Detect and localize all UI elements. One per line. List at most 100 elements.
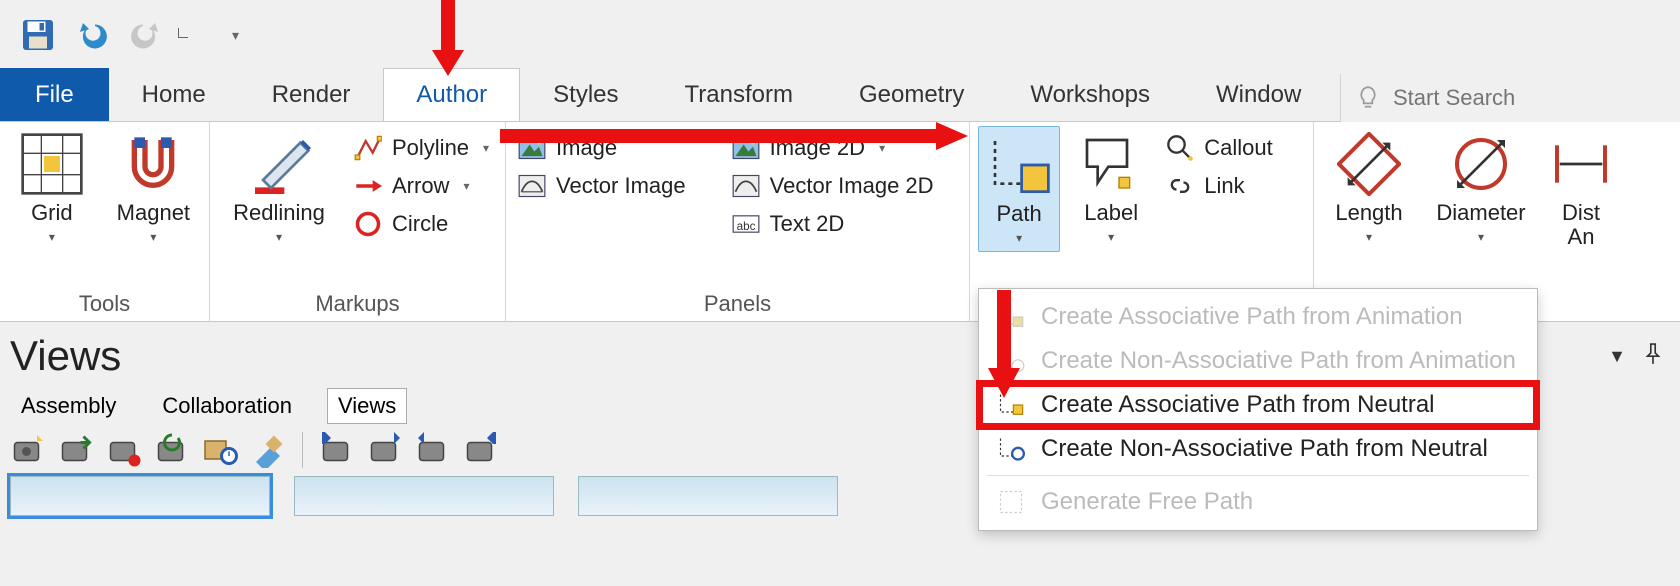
tab-render[interactable]: Render	[239, 68, 384, 121]
dist-label: Dist	[1562, 200, 1600, 226]
callout-label: Callout	[1204, 135, 1272, 161]
tab-window[interactable]: Window	[1183, 68, 1334, 121]
view-thumbnail[interactable]	[10, 476, 270, 516]
search-area	[1340, 74, 1680, 122]
chevron-down-icon: ▾	[1108, 230, 1114, 244]
update-view-icon[interactable]	[58, 432, 94, 468]
tab-geometry[interactable]: Geometry	[826, 68, 997, 121]
view-thumbnail[interactable]	[578, 476, 838, 516]
tab-transform[interactable]: Transform	[652, 68, 826, 121]
dd-create-assoc-neutral[interactable]: Create Associative Path from Neutral	[979, 383, 1537, 427]
vector-image-2d-button[interactable]: Vector Image 2D	[728, 170, 961, 202]
last-view-icon[interactable]	[463, 432, 499, 468]
chevron-down-icon: ▾	[879, 141, 885, 155]
dd-label: Generate Free Path	[1041, 488, 1253, 516]
label-button[interactable]: Label ▾	[1070, 126, 1152, 250]
chevron-down-icon: ▾	[463, 179, 469, 193]
diameter-label: Diameter	[1436, 200, 1525, 226]
qat-customize-icon[interactable]: ▾	[232, 27, 239, 44]
circle-button[interactable]: Circle	[350, 208, 493, 240]
clear-icon[interactable]	[250, 432, 286, 468]
label-label: Label	[1084, 200, 1138, 226]
views-tab-collaboration[interactable]: Collaboration	[151, 388, 303, 424]
ribbon-tabs: File Home Render Author Styles Transform…	[0, 70, 1680, 122]
text-2d-label: Text 2D	[770, 211, 845, 237]
lightbulb-icon	[1355, 85, 1381, 111]
tab-workshops[interactable]: Workshops	[997, 68, 1183, 121]
views-tab-views[interactable]: Views	[327, 388, 407, 424]
magnet-button[interactable]: Magnet ▾	[106, 126, 201, 250]
redo-button[interactable]	[128, 17, 164, 53]
chevron-down-icon: ▾	[1478, 230, 1484, 244]
first-view-icon[interactable]	[319, 432, 355, 468]
dist-button[interactable]: Dist An	[1546, 126, 1616, 256]
dd-label: Create Associative Path from Animation	[1041, 303, 1463, 331]
vector-image-2d-label: Vector Image 2D	[770, 173, 934, 199]
view-thumbnail[interactable]	[294, 476, 554, 516]
dd-label: Create Non-Associative Path from Neutral	[1041, 435, 1488, 463]
views-pin-icon[interactable]	[1644, 343, 1662, 370]
redlining-label: Redlining	[233, 200, 325, 226]
views-tab-assembly[interactable]: Assembly	[10, 388, 127, 424]
chevron-down-icon: ▾	[49, 230, 55, 244]
redo-dropdown-icon[interactable]	[178, 28, 188, 38]
timed-view-icon[interactable]	[202, 432, 238, 468]
text-2d-button[interactable]: abc Text 2D	[728, 208, 961, 240]
save-button[interactable]	[20, 17, 56, 53]
image-button[interactable]: Image	[514, 132, 718, 164]
polyline-button[interactable]: Polyline ▾	[350, 132, 493, 164]
dd-create-nonassoc-anim: Create Non-Associative Path from Animati…	[979, 339, 1537, 383]
image-2d-button[interactable]: Image 2D ▾	[728, 132, 961, 164]
new-view-icon[interactable]	[10, 432, 46, 468]
group-markups-label: Markups	[218, 287, 497, 319]
polyline-label: Polyline	[392, 135, 469, 161]
path-label: Path	[996, 201, 1041, 227]
image-2d-label: Image 2D	[770, 135, 865, 161]
an-label: An	[1568, 224, 1595, 250]
chevron-down-icon: ▾	[483, 141, 489, 155]
chevron-down-icon: ▾	[276, 230, 282, 244]
callout-button[interactable]: Callout	[1162, 132, 1305, 164]
quick-access-toolbar: ▾	[0, 0, 1680, 70]
next-view-icon[interactable]	[415, 432, 451, 468]
tab-styles[interactable]: Styles	[520, 68, 651, 121]
arrow-button[interactable]: Arrow ▾	[350, 170, 493, 202]
grid-label: Grid	[31, 200, 73, 226]
dd-separator	[987, 475, 1529, 476]
redlining-button[interactable]: Redlining ▾	[218, 126, 340, 250]
svg-text:abc: abc	[736, 220, 755, 233]
dd-label: Create Non-Associative Path from Animati…	[1041, 347, 1516, 375]
tab-home[interactable]: Home	[109, 68, 239, 121]
length-button[interactable]: Length ▾	[1322, 126, 1416, 250]
link-button[interactable]: Link	[1162, 170, 1305, 202]
chevron-down-icon: ▾	[1366, 230, 1372, 244]
tab-file[interactable]: File	[0, 68, 109, 121]
group-tools: Grid ▾ Magnet ▾ Tools	[0, 122, 210, 321]
path-dropdown-menu: Create Associative Path from Animation C…	[978, 288, 1538, 531]
prev-view-icon[interactable]	[367, 432, 403, 468]
vector-image-label: Vector Image	[556, 173, 686, 199]
chevron-down-icon: ▾	[150, 230, 156, 244]
views-collapse-icon[interactable]: ▼	[1608, 346, 1626, 367]
dd-generate-free-path: Generate Free Path	[979, 480, 1537, 524]
dd-create-nonassoc-neutral[interactable]: Create Non-Associative Path from Neutral	[979, 427, 1537, 471]
group-panels-label: Panels	[514, 287, 961, 319]
path-button[interactable]: Path ▾	[978, 126, 1060, 252]
group-markups: Redlining ▾ Polyline ▾ Arrow ▾ Circle	[210, 122, 506, 321]
image-label: Image	[556, 135, 617, 161]
magnet-label: Magnet	[117, 200, 190, 226]
grid-button[interactable]: Grid ▾	[8, 126, 96, 250]
dd-label: Create Associative Path from Neutral	[1041, 391, 1435, 419]
length-label: Length	[1335, 200, 1402, 226]
chevron-down-icon: ▾	[1016, 231, 1022, 245]
link-label: Link	[1204, 173, 1244, 199]
arrow-label: Arrow	[392, 173, 449, 199]
search-input[interactable]	[1393, 85, 1653, 111]
dd-create-assoc-anim: Create Associative Path from Animation	[979, 295, 1537, 339]
refresh-view-icon[interactable]	[154, 432, 190, 468]
vector-image-button[interactable]: Vector Image	[514, 170, 718, 202]
diameter-button[interactable]: Diameter ▾	[1426, 126, 1536, 250]
record-view-icon[interactable]	[106, 432, 142, 468]
tab-author[interactable]: Author	[383, 68, 520, 121]
undo-button[interactable]	[74, 17, 110, 53]
